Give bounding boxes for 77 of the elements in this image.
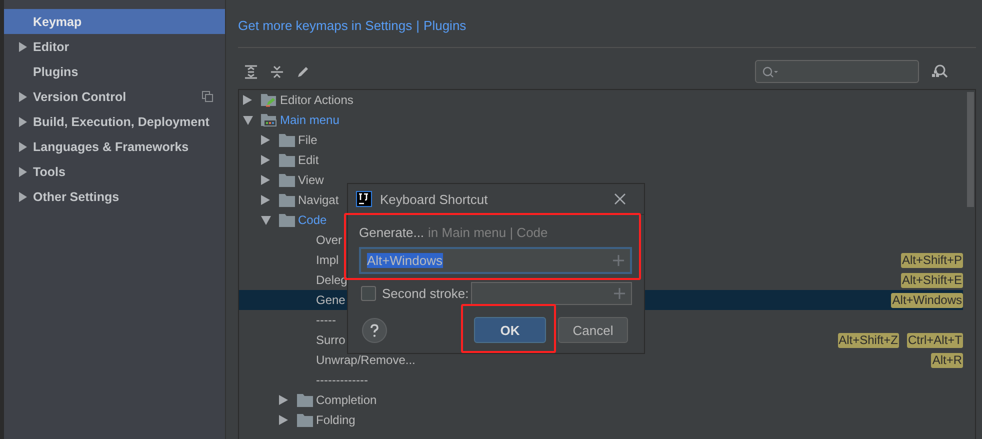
expand-arrow-icon[interactable] [261,175,270,185]
tree-item[interactable]: File [298,133,318,147]
folder-icon [297,394,313,406]
tree-item[interactable]: View [298,173,324,187]
shortcut-label: Alt+Shift+Z [838,332,899,348]
sidebar-item[interactable]: Tools [4,159,225,184]
pencil-icon[interactable] [296,64,310,78]
second-stroke-field[interactable] [470,282,632,305]
expand-arrow-icon[interactable] [18,42,27,52]
collapse-all-icon[interactable] [270,64,284,78]
cancel-button[interactable]: Cancel [558,317,628,343]
expand-arrow-icon[interactable] [261,195,270,205]
shortcut-label: Alt+Windows [891,292,963,308]
expand-arrow-icon[interactable] [18,166,27,176]
shortcut-label: Alt+Shift+P [900,252,963,268]
collapse-arrow-icon[interactable] [261,216,271,224]
expand-arrow-icon[interactable] [261,155,270,165]
collapse-arrow-icon[interactable] [243,116,253,124]
folder-icon [279,154,295,166]
expand-arrow-icon[interactable] [243,95,252,105]
expand-arrow-icon[interactable] [261,135,270,145]
tree-item[interactable]: Navigat [298,193,339,207]
tree-item[interactable]: ------------- [316,373,368,387]
ok-button[interactable]: OK [474,317,546,343]
checkbox[interactable] [361,286,376,301]
tree-item[interactable]: Editor Actions [280,93,354,107]
sidebar-item[interactable]: Languages & Frameworks [4,134,225,159]
sidebar-item[interactable]: Keymap [4,9,225,34]
folder-menu-icon [261,113,277,127]
tree-item[interactable]: Main menu [280,113,340,127]
close-icon[interactable] [614,193,626,205]
folder-icon [279,174,295,186]
keymaps-hint[interactable]: Get more keymaps in Settings [238,18,412,47]
tree-item[interactable]: Folding [316,413,356,427]
tree-item[interactable]: Gene [316,293,346,307]
tree-item[interactable]: Code [298,213,327,227]
shortcut-label: Alt+R [931,352,963,368]
tree-item[interactable]: Unwrap/Remove... [316,353,416,367]
tree-item[interactable]: Surro [316,333,346,347]
sidebar-item[interactable]: Build, Execution, Deployment [4,109,225,134]
dialog-title: Keyboard Shortcut [380,192,488,206]
folder-icon [279,214,295,226]
app-icon [356,191,372,207]
sidebar-item[interactable]: Version Control [4,84,225,109]
second-stroke-label: Second stroke: [382,286,469,301]
shortcut-label: Ctrl+Alt+T [906,332,963,348]
expand-arrow-icon[interactable] [18,192,27,202]
shortcut-field[interactable]: Alt+Windows [359,247,632,274]
tree-item[interactable]: Deleg [316,273,348,287]
expand-arrow-icon[interactable] [279,415,288,425]
tree-item[interactable]: Impl [316,253,339,267]
plugins-link[interactable]: Plugins [424,18,466,47]
tree-item[interactable]: Edit [298,153,319,167]
expand-arrow-icon[interactable] [279,395,288,405]
expand-arrow-icon[interactable] [18,92,27,102]
tree-item[interactable]: Over [316,233,342,247]
search-icon [762,66,780,78]
scrollbar[interactable] [967,92,974,207]
folder-icon [279,194,295,206]
search-field[interactable] [755,60,919,83]
sidebar-item[interactable]: Other Settings [4,184,225,209]
tree-item[interactable]: ----- [316,313,336,327]
expand-arrow-icon[interactable] [18,116,27,126]
shortcut-label: Alt+Shift+E [900,272,963,288]
find-shortcut-icon[interactable] [931,64,948,80]
action-path: in Main menu | Code [428,225,548,240]
expand-arrow-icon[interactable] [18,142,27,152]
sidebar-item[interactable]: Plugins [4,59,225,84]
action-name: Generate... [359,225,424,240]
folder-icon [297,414,313,426]
help-icon[interactable] [362,318,387,342]
sidebar-item[interactable]: Editor [4,34,225,59]
expand-all-icon[interactable] [244,64,258,78]
separator-label: | [416,18,420,35]
folder-pencil-icon [261,93,277,107]
folder-icon [279,134,295,146]
tree-item[interactable]: Completion [316,393,377,407]
